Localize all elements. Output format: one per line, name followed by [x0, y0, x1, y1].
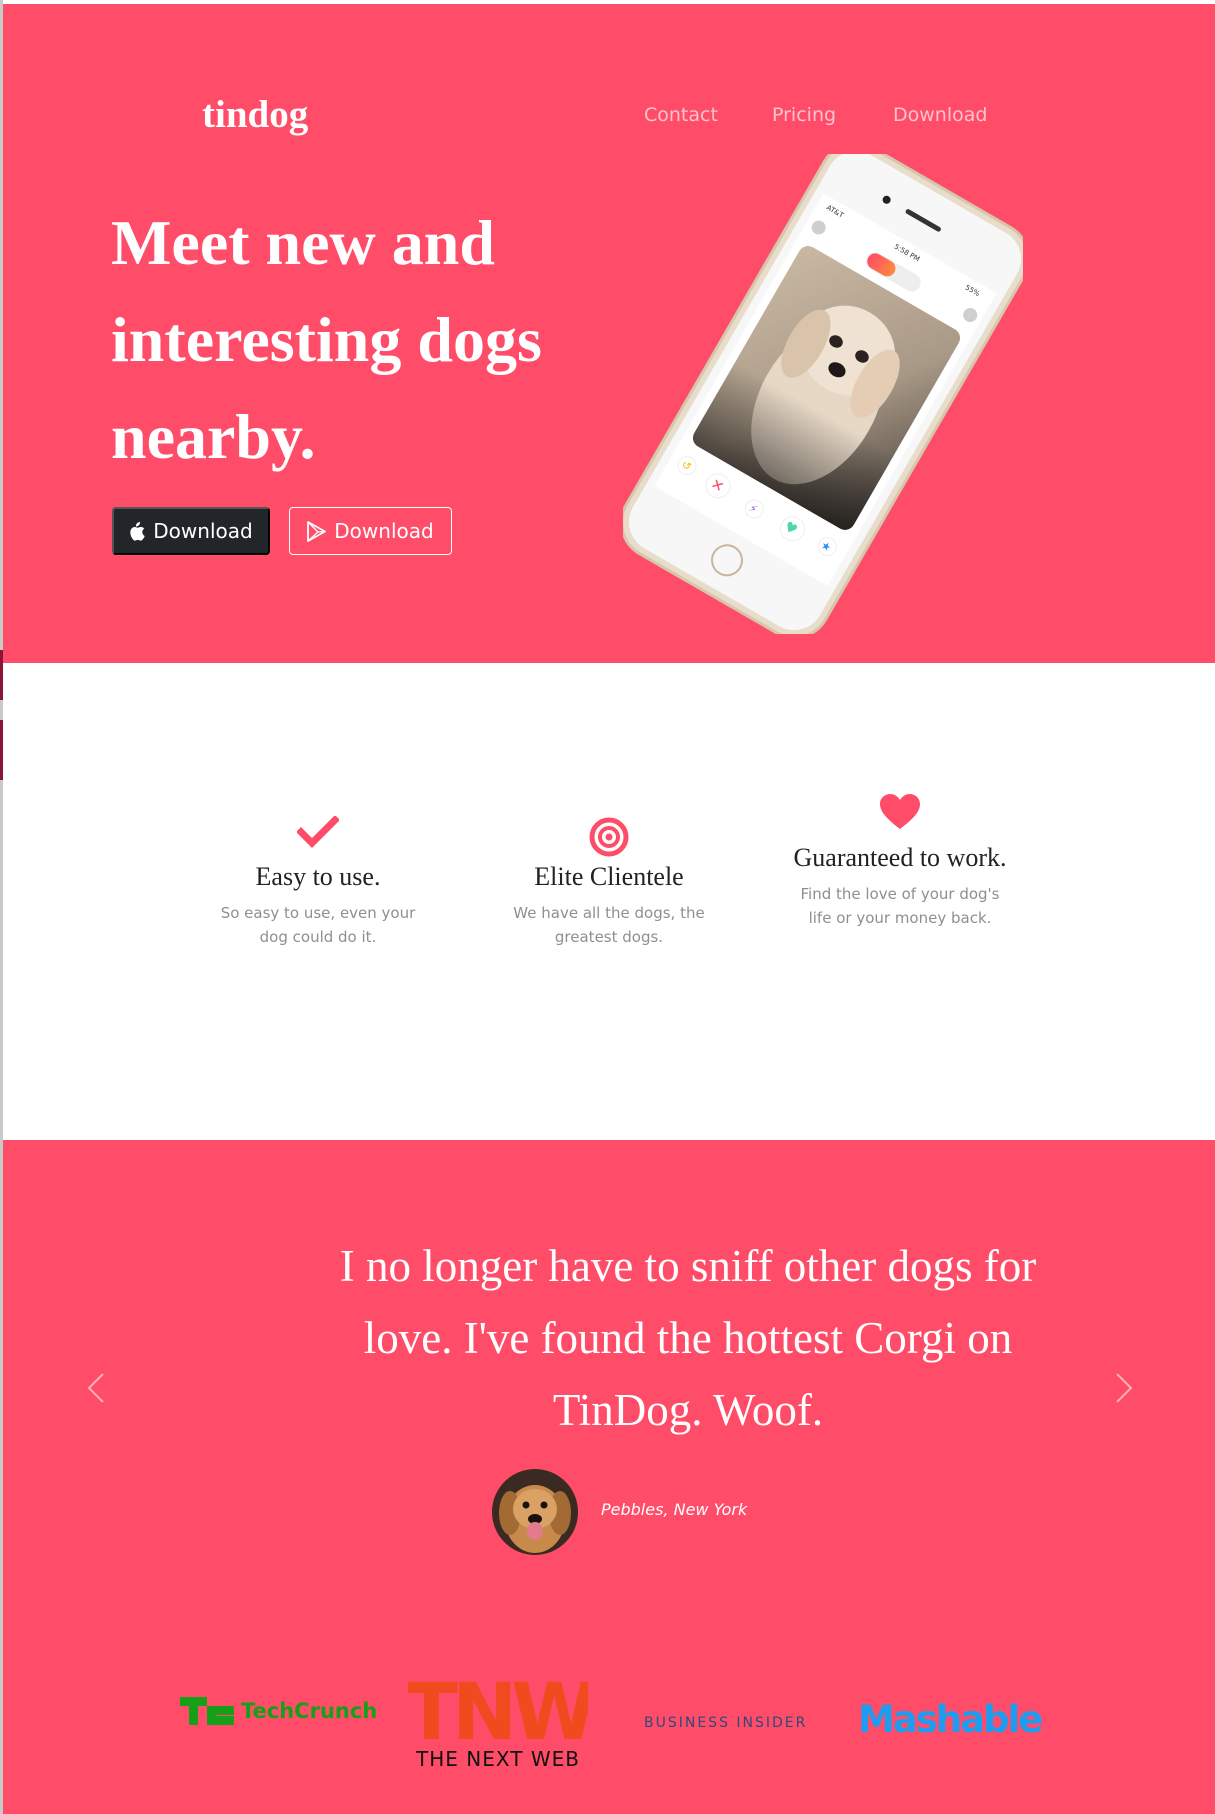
brand-logo[interactable]: tindog [202, 92, 308, 137]
carousel-next-icon[interactable] [1115, 1372, 1133, 1404]
techcrunch-mark-icon [180, 1697, 234, 1725]
avatar [492, 1469, 578, 1555]
features-section: Easy to use. So easy to use, even your d… [3, 663, 1215, 1140]
hero-headline-line: nearby. [111, 401, 316, 472]
nav-pricing[interactable]: Pricing [772, 104, 836, 126]
techcrunch-text: TechCrunch [241, 1699, 378, 1723]
play-download-label: Download [334, 519, 434, 543]
feature-guaranteed: Guaranteed to work. Find the love of you… [790, 793, 1010, 930]
feature-title: Guaranteed to work. [793, 843, 1007, 872]
tnw-subtitle: THE NEXT WEB [416, 1747, 580, 1771]
testimonial-author: Pebbles, New York [601, 1500, 748, 1519]
tnw-mark-icon: TNW [405, 1668, 601, 1758]
hero-headline: Meet new and interesting dogs nearby. [111, 194, 631, 485]
heart-icon [880, 794, 920, 829]
feature-text: So easy to use, even your dog could do i… [220, 904, 416, 946]
carousel-prev-icon[interactable] [87, 1372, 105, 1404]
mashable-logo: Mashable [858, 1698, 1043, 1741]
feature-title: Elite Clientele [534, 862, 684, 891]
nav-download[interactable]: Download [893, 104, 987, 126]
check-icon [297, 816, 339, 848]
feature-text: Find the love of your dog's life or your… [800, 885, 1000, 927]
apple-download-button[interactable]: Download [112, 507, 270, 555]
tnw-logo: TNW THE NEXT WEB [405, 1668, 601, 1775]
hero-headline-line: interesting dogs [111, 304, 542, 375]
apple-icon [130, 521, 145, 541]
testimonial-section: I no longer have to sniff other dogs for… [3, 1140, 1215, 1814]
feature-title: Easy to use. [255, 862, 381, 891]
nav-contact[interactable]: Contact [644, 104, 718, 126]
svg-text:TNW: TNW [408, 1675, 588, 1743]
feature-easy: Easy to use. So easy to use, even your d… [208, 816, 428, 949]
apple-download-label: Download [153, 519, 253, 543]
play-download-button[interactable]: Download [289, 507, 452, 555]
hero-section: tindog Contact Pricing Download Meet new… [3, 4, 1215, 663]
business-insider-logo: BUSINESS INSIDER [644, 1715, 808, 1731]
techcrunch-logo: TechCrunch [180, 1697, 377, 1725]
hero-headline-line: Meet new and [111, 207, 495, 278]
testimonial-quote: I no longer have to sniff other dogs for… [339, 1241, 1037, 1435]
phone-mockup: AT&T 5:58 PM 55% ↺ ✕ ⚡ ♥ ★ [620, 142, 1030, 640]
feature-text: We have all the dogs, the greatest dogs. [513, 904, 705, 946]
bullseye-icon [589, 817, 629, 857]
feature-elite: Elite Clientele We have all the dogs, th… [499, 816, 719, 949]
google-play-icon [307, 520, 327, 542]
